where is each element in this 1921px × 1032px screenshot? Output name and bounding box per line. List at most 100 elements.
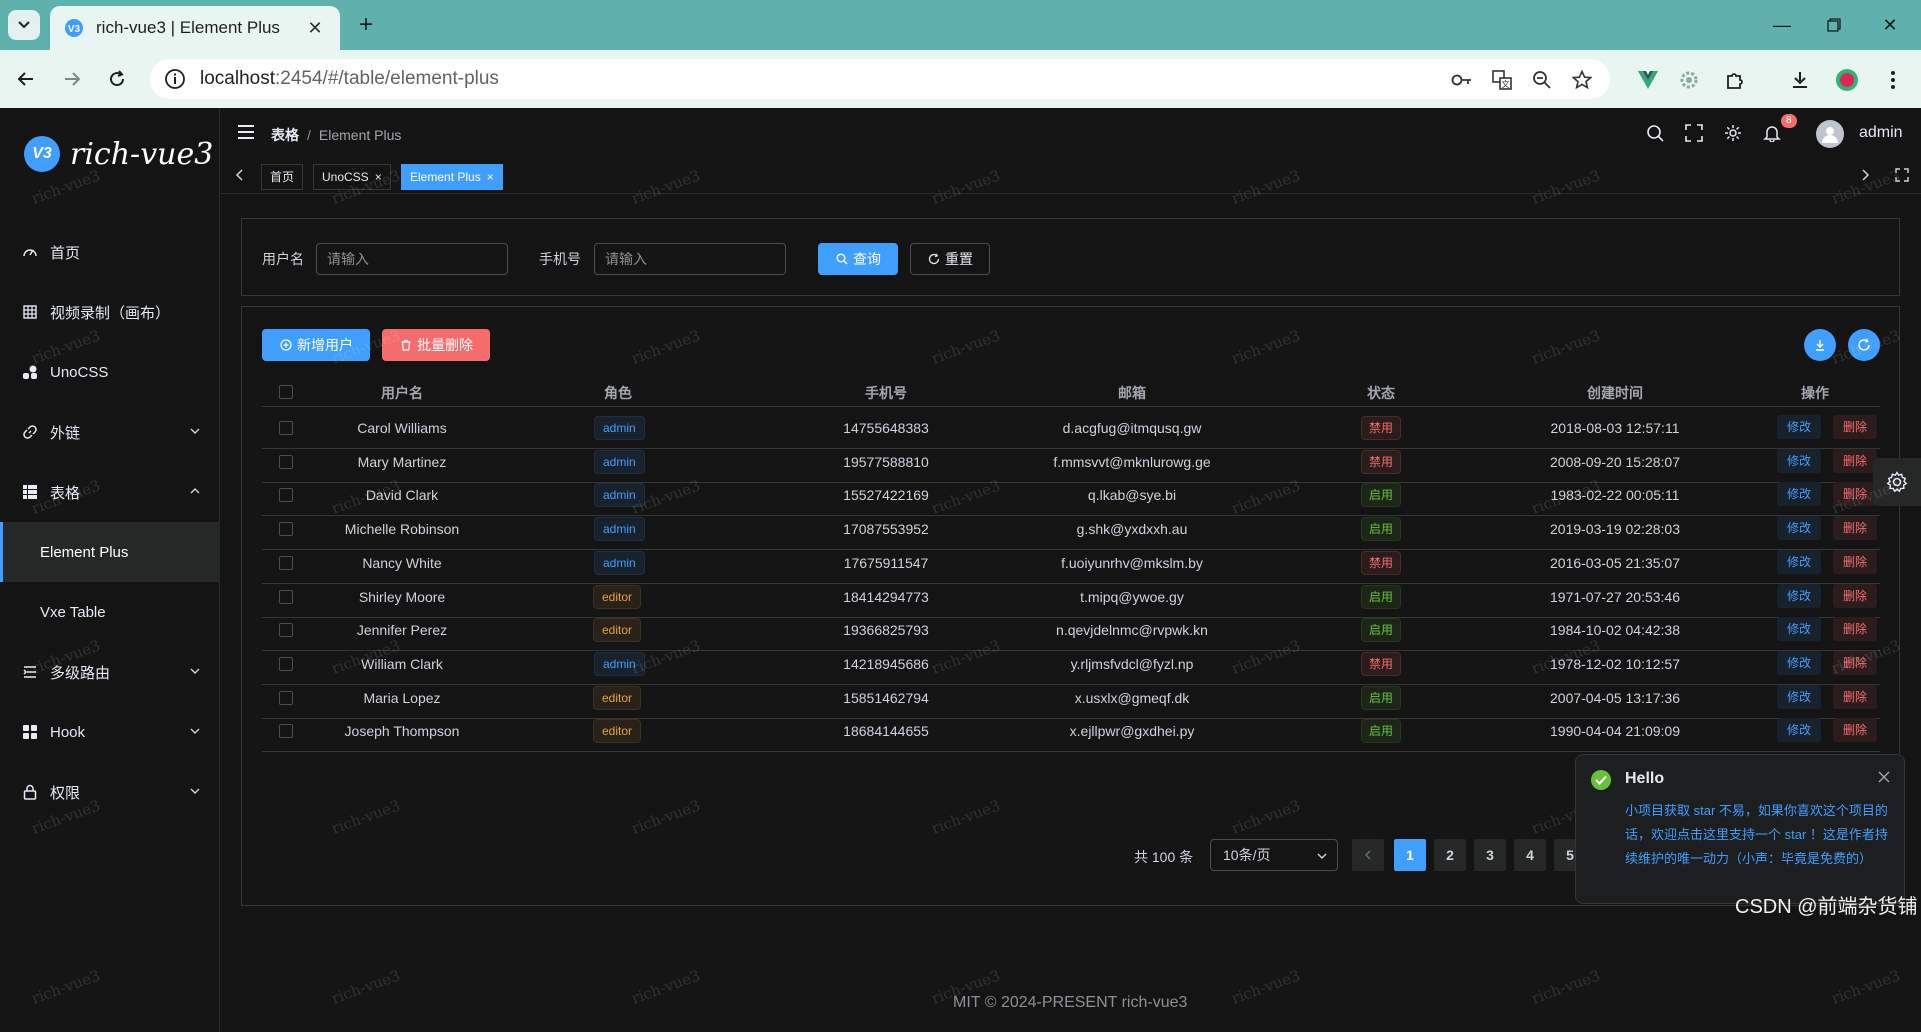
row-checkbox[interactable] xyxy=(279,690,293,705)
row-checkbox[interactable] xyxy=(279,522,293,537)
edit-button[interactable]: 修改 xyxy=(1777,549,1822,574)
page-button[interactable]: 3 xyxy=(1474,839,1506,871)
delete-button[interactable]: 删除 xyxy=(1833,684,1878,709)
restore-button[interactable] xyxy=(1814,10,1854,40)
refresh-button[interactable] xyxy=(1848,329,1880,361)
browser-tab[interactable]: V3 rich-vue3 | Element Plus ✕ xyxy=(50,6,340,50)
username-input[interactable]: 请输入 xyxy=(316,243,508,275)
minimize-button[interactable]: — xyxy=(1762,10,1802,40)
edit-button[interactable]: 修改 xyxy=(1777,650,1822,675)
extension-gear-icon[interactable] xyxy=(1676,67,1702,93)
row-checkbox[interactable] xyxy=(279,656,293,671)
close-icon[interactable]: ✕ xyxy=(304,18,326,39)
delete-button[interactable]: 删除 xyxy=(1833,516,1878,541)
row-checkbox[interactable] xyxy=(279,488,293,503)
sidebar-item-unocss[interactable]: UnoCSS xyxy=(0,342,220,402)
row-checkbox[interactable] xyxy=(279,589,293,604)
extensions-puzzle-icon[interactable] xyxy=(1722,67,1748,93)
sidebar-item-multilevel-route[interactable]: 多级路由 xyxy=(0,642,220,702)
page-button[interactable]: 4 xyxy=(1514,839,1546,871)
column-header[interactable]: 状态 xyxy=(1356,383,1406,403)
delete-button[interactable]: 删除 xyxy=(1833,583,1878,608)
page-button[interactable]: 2 xyxy=(1434,839,1466,871)
scroll-right-icon[interactable] xyxy=(1858,168,1872,182)
notification[interactable]: Hello 小项目获取 star 不易，如果你喜欢这个项目的话，欢迎点击这里支持… xyxy=(1575,754,1905,904)
edit-button[interactable]: 修改 xyxy=(1777,617,1822,642)
phone-input[interactable]: 请输入 xyxy=(594,243,786,275)
column-header[interactable]: 创建时间 xyxy=(1565,383,1665,403)
add-user-button[interactable]: 新增用户 xyxy=(262,329,370,361)
close-icon[interactable]: × xyxy=(487,170,494,184)
prev-page-button[interactable] xyxy=(1352,839,1384,871)
page-size-select[interactable]: 10条/页 xyxy=(1210,839,1338,871)
fullscreen-icon[interactable] xyxy=(1683,122,1705,144)
query-button[interactable]: 查询 xyxy=(818,243,898,275)
sidebar-item-video[interactable]: 视频录制（画布） xyxy=(0,282,220,342)
delete-button[interactable]: 删除 xyxy=(1833,448,1878,473)
sidebar-item-element-plus[interactable]: Element Plus xyxy=(0,522,220,582)
sidebar-item-home[interactable]: 首页 xyxy=(0,222,220,282)
row-checkbox[interactable] xyxy=(279,421,293,435)
profile-avatar-icon[interactable] xyxy=(1834,67,1860,93)
reset-button[interactable]: 重置 xyxy=(910,243,990,275)
scroll-left-icon[interactable] xyxy=(233,168,247,182)
info-icon[interactable] xyxy=(164,68,186,90)
theme-toggle-icon[interactable] xyxy=(1722,122,1744,144)
row-checkbox[interactable] xyxy=(279,454,293,469)
column-header[interactable]: 操作 xyxy=(1790,383,1840,403)
forward-button[interactable] xyxy=(56,63,88,95)
download-icon[interactable] xyxy=(1787,67,1813,93)
tag-home[interactable]: 首页 xyxy=(261,164,304,190)
window-close-button[interactable]: ✕ xyxy=(1870,10,1910,40)
zoom-icon[interactable] xyxy=(1530,68,1554,92)
edit-button[interactable]: 修改 xyxy=(1777,516,1822,541)
back-button[interactable] xyxy=(10,63,42,95)
delete-button[interactable]: 删除 xyxy=(1833,549,1878,574)
row-checkbox[interactable] xyxy=(279,724,293,739)
tag-element-plus[interactable]: Element Plus × xyxy=(401,164,503,190)
column-header[interactable]: 角色 xyxy=(588,383,648,403)
delete-button[interactable]: 删除 xyxy=(1833,718,1878,743)
new-tab-button[interactable]: + xyxy=(352,12,380,38)
column-header[interactable]: 邮箱 xyxy=(1092,383,1172,403)
batch-delete-button[interactable]: 批量删除 xyxy=(382,329,490,361)
table-row[interactable]: Joseph Thompson editor 18684144655 x.ejllpw… xyxy=(262,711,1880,753)
translate-icon[interactable]: 文 xyxy=(1490,68,1514,92)
bell-icon[interactable] xyxy=(1761,122,1783,144)
menu-toggle-icon[interactable] xyxy=(237,124,255,140)
breadcrumb-item[interactable]: 表格 xyxy=(271,127,299,143)
search-icon[interactable] xyxy=(1644,122,1666,144)
column-header[interactable]: 手机号 xyxy=(846,383,926,403)
fullscreen-content-icon[interactable] xyxy=(1895,168,1909,182)
vue-devtools-icon[interactable] xyxy=(1635,67,1661,93)
reload-button[interactable] xyxy=(101,63,133,95)
tab-search-button[interactable] xyxy=(8,10,40,40)
close-icon[interactable]: × xyxy=(375,170,382,184)
sidebar-item-table[interactable]: 表格 xyxy=(0,462,220,522)
column-header[interactable]: 用户名 xyxy=(342,383,462,403)
browser-menu-icon[interactable] xyxy=(1880,67,1906,93)
delete-button[interactable]: 删除 xyxy=(1833,415,1878,439)
edit-button[interactable]: 修改 xyxy=(1777,583,1822,608)
logo[interactable]: V3 rich-vue3 xyxy=(24,136,213,172)
export-button[interactable] xyxy=(1804,329,1836,361)
sidebar-item-permission[interactable]: 权限 xyxy=(0,762,220,822)
row-checkbox[interactable] xyxy=(279,623,293,638)
user-name[interactable]: admin xyxy=(1859,124,1903,142)
edit-button[interactable]: 修改 xyxy=(1777,684,1822,709)
notification-message[interactable]: 小项目获取 star 不易，如果你喜欢这个项目的话，欢迎点击这里支持一个 sta… xyxy=(1625,799,1893,871)
edit-button[interactable]: 修改 xyxy=(1777,415,1822,439)
edit-button[interactable]: 修改 xyxy=(1777,718,1822,743)
delete-button[interactable]: 删除 xyxy=(1833,650,1878,675)
select-all-checkbox[interactable] xyxy=(279,385,293,399)
edit-button[interactable]: 修改 xyxy=(1777,448,1822,473)
edit-button[interactable]: 修改 xyxy=(1777,482,1822,507)
tag-unocss[interactable]: UnoCSS × xyxy=(313,164,391,190)
address-bar[interactable]: localhost:2454/#/table/element-plus 文 xyxy=(150,59,1610,99)
delete-button[interactable]: 删除 xyxy=(1833,617,1878,642)
sidebar-item-external-link[interactable]: 外链 xyxy=(0,402,220,462)
password-key-icon[interactable] xyxy=(1450,68,1474,92)
sidebar-item-hook[interactable]: Hook xyxy=(0,702,220,762)
row-checkbox[interactable] xyxy=(279,555,293,570)
close-icon[interactable] xyxy=(1878,771,1890,783)
